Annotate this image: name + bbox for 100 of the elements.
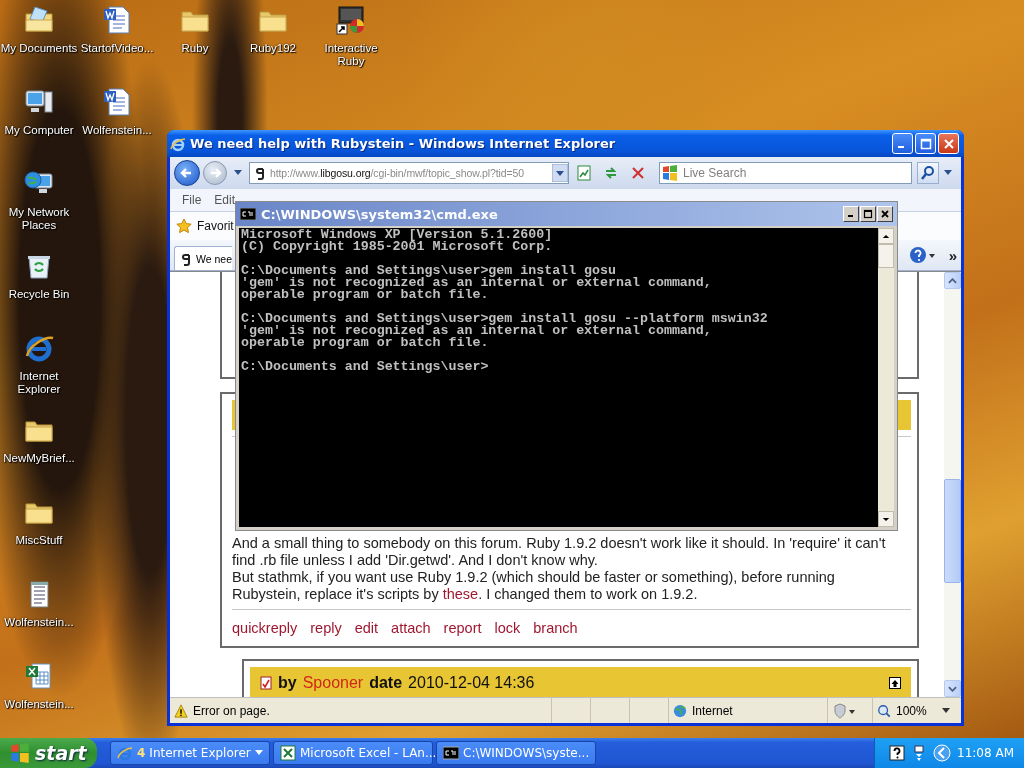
desktop-icon-label[interactable]: My Documents	[0, 42, 78, 55]
post-action-link[interactable]: reply	[310, 620, 342, 636]
post-paragraph: But stathmk, if you want use Ruby 1.9.2 (which should be faster or something), before running Rubystein, replace it's scripts by these. I changed them to work on 1.9.2.	[232, 569, 836, 603]
date-label: date	[369, 674, 403, 692]
desktop-icon-label[interactable]: My Network Places	[0, 206, 78, 232]
window-title: We need help with Rubystein - Windows Internet Explorer	[190, 136, 617, 151]
console-line: Microsoft Windows XP [Version 5.1.2600]	[241, 229, 554, 241]
console-line: (C) Copyright 1985-2001 Microsoft Corp.	[241, 241, 554, 253]
favorites-button[interactable]: Favorit	[197, 219, 234, 233]
close-icon	[880, 209, 890, 219]
more-tools-button[interactable]: »	[948, 246, 957, 264]
caret-icon	[255, 750, 263, 756]
caret-icon	[941, 707, 950, 714]
document-icon	[101, 86, 133, 118]
status-message: Error on page.	[193, 703, 270, 718]
maximize-icon	[919, 137, 932, 150]
security-zone: Internet	[692, 703, 733, 718]
post-action-link[interactable]: edit	[354, 620, 379, 636]
post-paragraph: And a small thing to somebody on this forum. Ruby 1.9.2 doesn't work like it should. In 'require' it can't find .rb file unless I add 'Dir.getwd'. And I don't know why.	[232, 535, 887, 569]
post-link[interactable]: these	[442, 586, 479, 602]
post-action-link[interactable]: lock	[494, 620, 521, 636]
maximize-icon	[863, 209, 873, 219]
console-line: C:\Documents and Settings\user>gem install gosu --platform mswin32	[241, 313, 769, 325]
windows-flag-icon	[662, 165, 678, 181]
minimize-icon	[847, 215, 853, 217]
console-icon	[240, 208, 256, 220]
post-date: 2010-12-04 14:36	[408, 674, 535, 692]
post-icon	[260, 676, 272, 690]
desktop-icon-label[interactable]: My Computer	[4, 124, 74, 137]
down-arrow-icon[interactable]	[882, 516, 890, 522]
clock: 11:08 AM	[957, 746, 1014, 760]
windows-flag-icon	[10, 743, 30, 763]
minimize-icon	[898, 145, 904, 148]
console-line: 'gem' is not recognized as an internal or external command,	[241, 325, 713, 337]
browser-icon	[170, 135, 186, 152]
refresh-icon	[603, 165, 619, 181]
desktop-icon-label[interactable]: Ruby192	[249, 42, 296, 55]
taskbar-button[interactable]: 4 Internet Explorer	[110, 741, 270, 765]
post-action-link[interactable]: quickreply	[232, 620, 298, 636]
left-arrow-icon	[180, 166, 194, 180]
search-button[interactable]	[917, 162, 939, 184]
star-icon	[176, 218, 192, 234]
dropdown-icon[interactable]	[552, 164, 568, 182]
back-button[interactable]	[174, 160, 200, 186]
console-line: operable program or batch file.	[241, 289, 490, 301]
magnifier-icon	[877, 703, 891, 718]
desktop-icon-label[interactable]: Wolfenstein...	[82, 124, 152, 137]
warning-icon[interactable]	[174, 703, 188, 718]
menu-item[interactable]: File	[176, 193, 209, 207]
site-icon	[180, 251, 192, 266]
post-action-link[interactable]: branch	[533, 620, 578, 636]
window-title: C:\WINDOWS\system32\cmd.exe	[261, 206, 499, 222]
zoom-button[interactable]: 100%	[873, 698, 961, 723]
console-line: C:\Documents and Settings\user>	[241, 361, 490, 373]
spreadsheet-icon	[280, 745, 296, 761]
page-chart-icon	[576, 165, 592, 181]
menu-item[interactable]: Edit	[208, 193, 243, 207]
browser-icon	[117, 745, 133, 761]
scroll-to-top-icon[interactable]	[889, 677, 901, 689]
taskbar-button[interactable]: Microsoft Excel - LAn...	[273, 741, 433, 765]
author-label: by	[278, 674, 297, 692]
shield-icon[interactable]	[832, 702, 856, 719]
desktop-icon-label[interactable]: Internet Explorer	[0, 370, 78, 396]
scrollbar-thumb[interactable]	[878, 244, 894, 268]
caret-icon[interactable]	[944, 170, 952, 176]
browser-tab[interactable]: We nee	[174, 246, 232, 270]
chevron-icon[interactable]	[933, 744, 952, 762]
globe-icon	[673, 703, 687, 718]
desktop-icon-label[interactable]: NewMyBrief...	[3, 452, 75, 465]
desktop-icon-label[interactable]: MiscStuff	[15, 534, 63, 547]
up-arrow-icon[interactable]	[882, 233, 890, 239]
taskbar-button[interactable]: C:\WINDOWS\syste...	[436, 741, 596, 765]
close-button[interactable]	[877, 206, 893, 222]
scrollbar-thumb[interactable]	[944, 479, 961, 583]
caret-icon[interactable]	[234, 170, 242, 176]
stop-icon	[630, 165, 646, 181]
console-line: operable program or batch file.	[241, 337, 490, 349]
console-line: 'gem' is not recognized as an internal or external command,	[241, 277, 713, 289]
right-arrow-icon	[208, 166, 222, 180]
start-button[interactable]: start	[0, 738, 97, 768]
scrollbar[interactable]	[878, 228, 894, 527]
site-icon	[254, 166, 266, 180]
minimize-button[interactable]	[843, 206, 859, 222]
desktop-icon-label[interactable]: Wolfenstein...	[4, 616, 74, 629]
post-action-link[interactable]: attach	[391, 620, 431, 636]
post-action-link[interactable]: report	[443, 620, 482, 636]
desktop-icon-label[interactable]: Recycle Bin	[8, 288, 70, 301]
scrollbar[interactable]	[944, 272, 961, 697]
document-icon	[101, 4, 133, 36]
help-icon[interactable]	[889, 745, 906, 761]
console-icon	[443, 745, 459, 761]
search-icon	[920, 165, 936, 181]
search-field[interactable]: Live Search	[659, 162, 912, 184]
maximize-button[interactable]	[860, 206, 876, 222]
console-line: C:\Documents and Settings\user>gem install gosu	[241, 265, 617, 277]
shortcut-icon	[335, 4, 367, 36]
close-icon	[942, 137, 955, 150]
desktop-icon-label[interactable]: StartofVideo...	[80, 42, 154, 55]
address-field[interactable]: http://www.libgosu.org/cgi-bin/mwf/topic_show.pl?tid=50	[249, 162, 569, 184]
desktop-icon-label[interactable]: Ruby	[181, 42, 209, 55]
